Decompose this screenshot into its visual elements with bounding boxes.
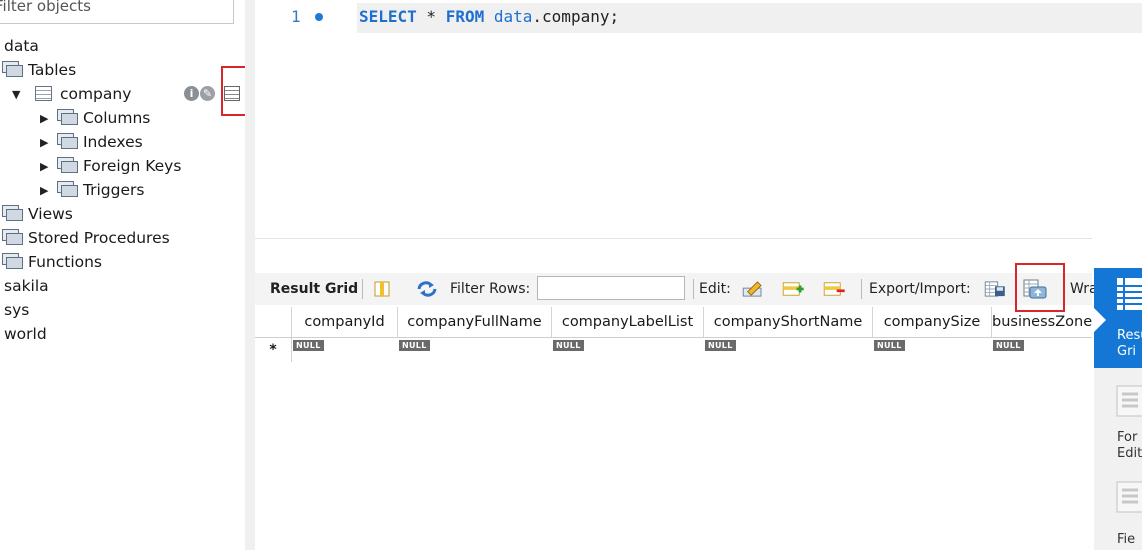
columns-label: Columns bbox=[82, 109, 151, 127]
views-label: Views bbox=[28, 205, 73, 223]
table-icon bbox=[34, 86, 52, 101]
tree-item-company[interactable]: ▼ company bbox=[12, 82, 131, 106]
field-types-icon bbox=[1116, 481, 1142, 513]
new-row-marker: * bbox=[255, 338, 292, 362]
filter-objects-input[interactable]: Filter objects bbox=[0, 0, 234, 24]
expand-arrow-down-icon[interactable]: ▼ bbox=[12, 83, 24, 107]
form-editor-icon bbox=[1116, 385, 1142, 417]
add-row-icon[interactable] bbox=[781, 281, 805, 297]
null-cell[interactable]: NULL bbox=[874, 340, 905, 351]
table-row[interactable]: * NULL NULL NULL NULL NULL NULL bbox=[255, 338, 1092, 362]
indexes-label: Indexes bbox=[82, 133, 143, 151]
schema-sys[interactable]: sys bbox=[4, 298, 29, 322]
side-field-types-button[interactable]: Fie bbox=[1094, 476, 1142, 550]
sql-schema: data bbox=[493, 7, 533, 26]
export-import-label: Export/Import: bbox=[869, 281, 971, 297]
grid-corner bbox=[255, 307, 292, 337]
side-form-editor-label: For Edit bbox=[1117, 430, 1142, 461]
statement-marker-icon bbox=[315, 13, 323, 21]
filter-rows-label: Filter Rows: bbox=[450, 281, 531, 297]
edit-label: Edit: bbox=[699, 281, 731, 297]
tree-item-tables[interactable]: Tables bbox=[2, 58, 76, 82]
null-cell[interactable]: NULL bbox=[399, 340, 430, 351]
wrench-icon[interactable]: ✎ bbox=[200, 86, 215, 101]
tree-item-foreign-keys[interactable]: ▶ Foreign Keys bbox=[40, 154, 181, 178]
null-cell[interactable]: NULL bbox=[293, 340, 324, 351]
columns-folder-icon bbox=[56, 109, 78, 125]
triggers-label: Triggers bbox=[82, 181, 145, 199]
null-cell[interactable]: NULL bbox=[705, 340, 736, 351]
schema-sys-label: sys bbox=[4, 301, 30, 319]
foreign-keys-label: Foreign Keys bbox=[82, 157, 182, 175]
result-grid-label[interactable]: Result Grid bbox=[270, 273, 358, 305]
toolbar-separator bbox=[693, 279, 694, 299]
null-cell[interactable]: NULL bbox=[993, 340, 1024, 351]
company-actions: i ✎ bbox=[184, 86, 216, 104]
sql-table: .company; bbox=[532, 7, 620, 26]
stored-procedures-label: Stored Procedures bbox=[28, 229, 170, 247]
side-form-editor-button[interactable]: For Edit bbox=[1094, 376, 1142, 476]
schema-sakila[interactable]: sakila bbox=[4, 274, 49, 298]
toolbar-separator bbox=[861, 279, 862, 299]
expand-arrow-right-icon[interactable]: ▶ bbox=[40, 131, 52, 155]
export-icon[interactable] bbox=[983, 281, 1007, 297]
result-toolbar: Result Grid Filter Rows: Edit: Export/Im… bbox=[255, 273, 1098, 305]
toolbar-separator bbox=[362, 279, 363, 299]
panel-splitter[interactable] bbox=[245, 0, 255, 550]
sql-editor[interactable]: 1 SELECT * FROM data.company; bbox=[255, 0, 1142, 238]
procedures-folder-icon bbox=[2, 229, 23, 245]
side-field-types-label: Fie bbox=[1117, 532, 1136, 547]
results-panel: Result Grid Filter Rows: Edit: Export/Im… bbox=[255, 238, 1098, 551]
column-header[interactable]: companyLabelList bbox=[552, 307, 704, 337]
null-cell[interactable]: NULL bbox=[553, 340, 584, 351]
schema-data-label: data bbox=[4, 37, 39, 55]
tree-item-columns[interactable]: ▶ Columns bbox=[40, 106, 150, 130]
expand-arrow-right-icon[interactable]: ▶ bbox=[40, 155, 52, 179]
tables-folder-icon bbox=[2, 61, 23, 77]
foreign-keys-folder-icon bbox=[56, 157, 78, 173]
column-header[interactable]: companyShortName bbox=[704, 307, 873, 337]
side-result-grid-label: Resu Gri bbox=[1117, 328, 1142, 359]
sql-space bbox=[484, 7, 494, 26]
refresh-icon[interactable] bbox=[415, 281, 439, 297]
column-header[interactable]: companyFullName bbox=[398, 307, 552, 337]
sql-keyword-from: FROM bbox=[445, 7, 485, 26]
functions-folder-icon bbox=[2, 253, 23, 269]
triggers-folder-icon bbox=[56, 181, 78, 197]
highlight-box bbox=[1015, 263, 1065, 312]
tree-item-stored-procedures[interactable]: Stored Procedures bbox=[2, 226, 170, 250]
tree-item-functions[interactable]: Functions bbox=[2, 250, 102, 274]
schema-data[interactable]: data bbox=[4, 34, 39, 58]
schema-navigator: Filter objects data Tables ▼ company i ✎ … bbox=[0, 0, 259, 550]
expand-arrow-right-icon[interactable]: ▶ bbox=[40, 107, 52, 131]
line-number: 1 bbox=[291, 7, 301, 26]
grid-header: companyId companyFullName companyLabelLi… bbox=[255, 307, 1092, 338]
views-folder-icon bbox=[2, 205, 23, 221]
column-header[interactable]: companySize bbox=[873, 307, 992, 337]
sql-star: * bbox=[416, 7, 446, 26]
result-grid-icon bbox=[1117, 278, 1142, 310]
tables-label: Tables bbox=[28, 61, 77, 79]
indexes-folder-icon bbox=[56, 133, 78, 149]
filter-rows-input[interactable] bbox=[537, 276, 685, 300]
tree-item-indexes[interactable]: ▶ Indexes bbox=[40, 130, 143, 154]
company-label: company bbox=[59, 85, 132, 103]
schema-sakila-label: sakila bbox=[4, 277, 49, 295]
functions-label: Functions bbox=[28, 253, 103, 271]
column-header[interactable]: companyId bbox=[292, 307, 398, 337]
sql-statement[interactable]: SELECT * FROM data.company; bbox=[359, 7, 619, 26]
edit-pencil-icon[interactable] bbox=[741, 281, 765, 297]
column-toggle-icon[interactable] bbox=[373, 281, 391, 297]
expand-arrow-right-icon[interactable]: ▶ bbox=[40, 179, 52, 203]
delete-row-icon[interactable] bbox=[822, 281, 846, 297]
sql-keyword-select: SELECT bbox=[359, 7, 417, 26]
info-icon[interactable]: i bbox=[184, 86, 199, 101]
schema-world[interactable]: world bbox=[4, 322, 47, 346]
panel-collapse-arrow-icon[interactable] bbox=[1094, 308, 1106, 332]
tree-item-triggers[interactable]: ▶ Triggers bbox=[40, 178, 144, 202]
tree-item-views[interactable]: Views bbox=[2, 202, 73, 226]
schema-world-label: world bbox=[4, 325, 47, 343]
